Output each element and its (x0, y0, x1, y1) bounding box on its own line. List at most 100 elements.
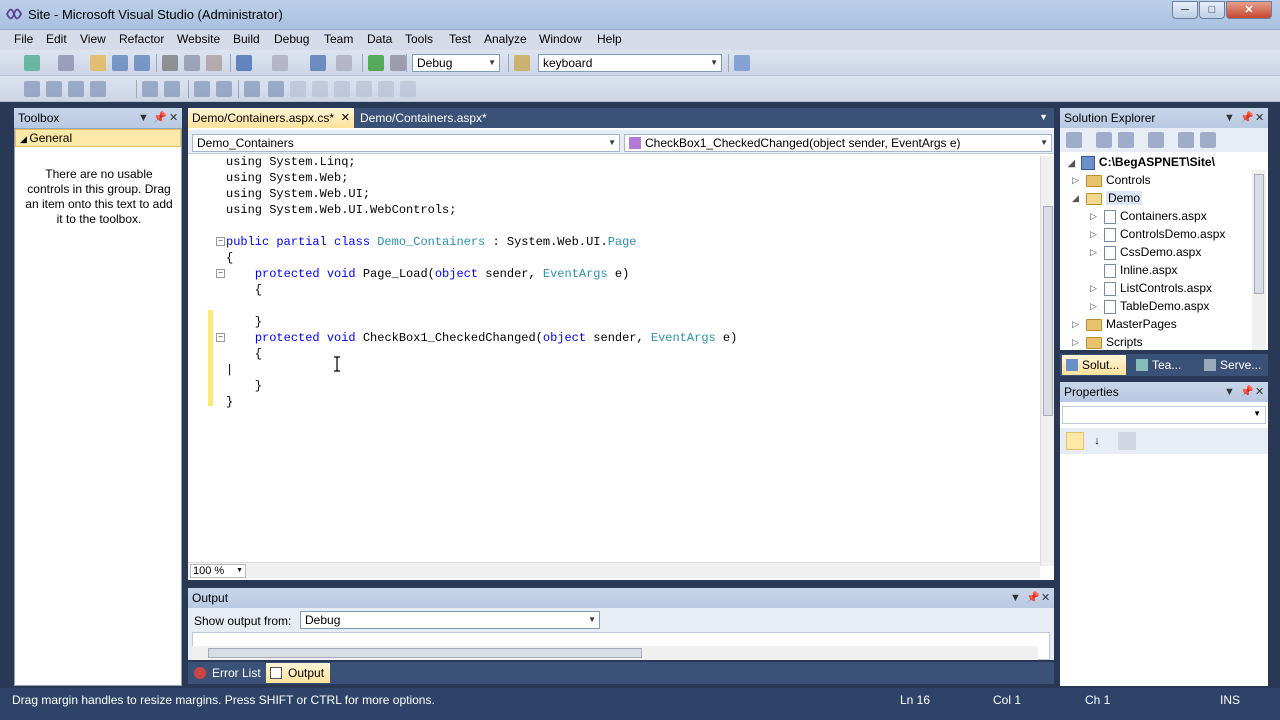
bookmark-icon[interactable] (244, 81, 260, 97)
close-icon[interactable]: ✕ (341, 108, 350, 128)
menu-test[interactable]: Test (449, 32, 471, 46)
paste-icon[interactable] (206, 55, 222, 71)
menu-debug[interactable]: Debug (274, 32, 309, 46)
menu-build[interactable]: Build (233, 32, 260, 46)
navigate-forward-icon[interactable] (336, 55, 352, 71)
find-icon[interactable] (400, 81, 416, 97)
zoom-combo[interactable]: 100 % ▼ (190, 564, 246, 578)
menu-website[interactable]: Website (177, 32, 220, 46)
undo-icon[interactable] (236, 55, 252, 71)
tree-vertical-scrollbar[interactable] (1252, 170, 1266, 350)
expand-icon[interactable]: ▷ (1072, 171, 1079, 189)
add-item-icon[interactable] (58, 55, 74, 71)
scroll-thumb[interactable] (1043, 206, 1053, 416)
solution-explorer-icon[interactable] (734, 55, 750, 71)
toolbox-group-general[interactable]: ◢ General (15, 129, 181, 147)
next-bookmark-folder-icon[interactable] (334, 81, 350, 97)
expand-icon[interactable]: ▷ (1090, 243, 1097, 261)
start-debugging-icon[interactable] (368, 55, 384, 71)
previous-bookmark-folder-icon[interactable] (312, 81, 328, 97)
minimize-button[interactable]: ─ (1172, 1, 1198, 19)
save-all-icon[interactable] (134, 55, 150, 71)
menu-window[interactable]: Window (539, 32, 582, 46)
clear-bookmarks-icon[interactable] (356, 81, 372, 97)
menu-edit[interactable]: Edit (46, 32, 67, 46)
expand-icon[interactable]: ▷ (1090, 225, 1097, 243)
tree-item-containers-aspx[interactable]: ▷ Containers.aspx (1090, 207, 1207, 225)
tree-item-scripts[interactable]: ▷ Scripts (1072, 333, 1143, 351)
increase-indent-icon[interactable] (164, 81, 180, 97)
tree-item-cssdemo-aspx[interactable]: ▷ CssDemo.aspx (1090, 243, 1201, 261)
solution-configuration-combo[interactable]: Debug ▼ (412, 54, 500, 72)
tab-error-list[interactable]: Error List (192, 663, 262, 683)
maximize-button[interactable]: □ (1199, 1, 1225, 19)
collapse-region-icon[interactable]: − (216, 333, 225, 342)
tree-item-tabledemo-aspx[interactable]: ▷ TableDemo.aspx (1090, 297, 1209, 315)
pin-icon[interactable]: 📌 (1026, 588, 1040, 608)
navigate-backward-icon[interactable] (310, 55, 326, 71)
next-bookmark-icon[interactable] (290, 81, 306, 97)
expand-icon[interactable]: ▷ (1072, 333, 1079, 351)
close-icon[interactable]: ✕ (1255, 382, 1264, 402)
collapse-region-icon[interactable]: − (216, 269, 225, 278)
collapse-region-icon[interactable]: − (216, 237, 225, 246)
expand-icon[interactable]: ▷ (1090, 297, 1097, 315)
redo-icon[interactable] (272, 55, 288, 71)
properties-object-combo[interactable]: ▼ (1062, 406, 1266, 424)
attach-icon[interactable] (390, 55, 406, 71)
close-icon[interactable]: ✕ (169, 108, 178, 128)
expand-icon[interactable]: ▷ (1090, 207, 1097, 225)
chevron-down-icon[interactable]: ▼ (1039, 112, 1048, 122)
scroll-thumb[interactable] (208, 648, 642, 658)
find-in-files-icon[interactable] (514, 55, 530, 71)
cut-icon[interactable] (162, 55, 178, 71)
properties-icon[interactable] (1066, 132, 1082, 148)
close-icon[interactable]: ✕ (1041, 588, 1050, 608)
tab-solution-explorer[interactable]: Solut... (1062, 355, 1126, 375)
refresh-icon[interactable] (1096, 132, 1112, 148)
menu-data[interactable]: Data (367, 32, 392, 46)
expand-icon[interactable]: ▷ (1072, 315, 1079, 333)
open-file-icon[interactable] (90, 55, 106, 71)
parameter-info-icon[interactable] (46, 81, 62, 97)
tab-server-explorer[interactable]: Serve... (1200, 355, 1266, 375)
dropdown-icon[interactable]: ▼ (138, 108, 149, 128)
new-project-icon[interactable] (24, 55, 40, 71)
pin-icon[interactable]: 📌 (1240, 382, 1254, 402)
decrease-indent-icon[interactable] (142, 81, 158, 97)
tree-item-inline-aspx[interactable]: Inline.aspx (1104, 261, 1177, 279)
property-pages-icon[interactable] (1118, 432, 1136, 450)
dropdown-icon[interactable]: ▼ (1010, 588, 1021, 608)
tree-item-masterpages[interactable]: ▷ MasterPages (1072, 315, 1177, 333)
tree-item-demo[interactable]: ◢ Demo (1072, 189, 1143, 207)
menu-team[interactable]: Team (324, 32, 353, 46)
output-horizontal-scrollbar[interactable] (192, 646, 1038, 660)
copy-icon[interactable] (184, 55, 200, 71)
next-document-bookmark-icon[interactable] (378, 81, 394, 97)
pin-icon[interactable]: 📌 (1240, 108, 1254, 128)
comment-icon[interactable] (194, 81, 210, 97)
menu-refactor[interactable]: Refactor (119, 32, 164, 46)
view-designer-icon[interactable] (1178, 132, 1194, 148)
tree-item-controlsdemo-aspx[interactable]: ▷ ControlsDemo.aspx (1090, 225, 1225, 243)
previous-bookmark-icon[interactable] (268, 81, 284, 97)
copy-website-icon[interactable] (1200, 132, 1216, 148)
tree-item-listcontrols-aspx[interactable]: ▷ ListControls.aspx (1090, 279, 1212, 297)
pin-icon[interactable]: 📌 (153, 108, 167, 128)
save-icon[interactable] (112, 55, 128, 71)
menu-file[interactable]: File (14, 32, 33, 46)
tree-item-controls[interactable]: ▷ Controls (1072, 171, 1151, 189)
close-button[interactable]: ✕ (1226, 1, 1272, 19)
quick-info-icon[interactable] (68, 81, 84, 97)
code-area[interactable]: using System.Linq; using System.Web; using… (188, 156, 1040, 566)
dropdown-icon[interactable]: ▼ (1224, 382, 1235, 402)
view-code-icon[interactable] (1148, 132, 1164, 148)
tab-team-explorer[interactable]: Tea... (1132, 355, 1196, 375)
expand-icon[interactable]: ◢ (1072, 189, 1079, 207)
member-list-icon[interactable] (24, 81, 40, 97)
menu-view[interactable]: View (80, 32, 106, 46)
close-icon[interactable]: ✕ (1255, 108, 1264, 128)
menu-tools[interactable]: Tools (405, 32, 433, 46)
dropdown-icon[interactable]: ▼ (1224, 108, 1235, 128)
tab-containers-aspx-cs[interactable]: Demo/Containers.aspx.cs* ✕ (188, 108, 354, 128)
